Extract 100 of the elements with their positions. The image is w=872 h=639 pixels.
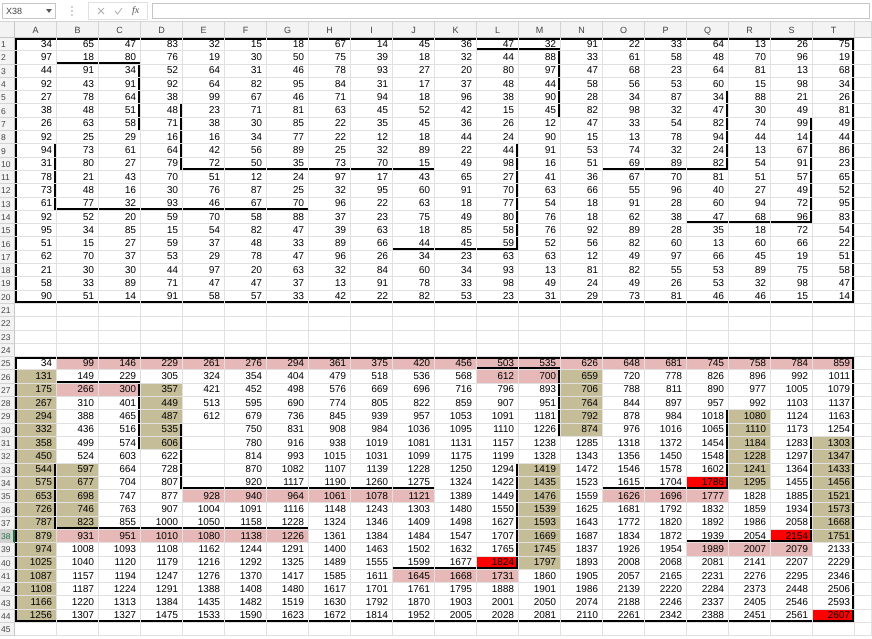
table-cell: 32 bbox=[183, 38, 225, 52]
row-header[interactable]: 18 bbox=[0, 264, 15, 278]
row-header[interactable]: 17 bbox=[0, 250, 15, 264]
row-header[interactable]: 24 bbox=[0, 344, 15, 358]
table-cell: 294 bbox=[267, 357, 309, 370]
column-header[interactable]: Q bbox=[687, 22, 729, 38]
table-cell: 1247 bbox=[141, 570, 183, 584]
row-header[interactable]: 31 bbox=[0, 436, 15, 450]
row-header[interactable]: 9 bbox=[0, 144, 15, 158]
row-header[interactable]: 19 bbox=[0, 277, 15, 291]
table-cell: 1409 bbox=[393, 516, 435, 530]
row-header[interactable]: 44 bbox=[0, 610, 15, 624]
name-box[interactable]: X38 bbox=[2, 2, 56, 18]
table-cell: 60 bbox=[687, 78, 729, 92]
insert-function-button[interactable]: fx bbox=[132, 5, 140, 16]
column-header[interactable]: P bbox=[645, 22, 687, 38]
table-cell: 375 bbox=[351, 357, 393, 370]
row-header[interactable]: 36 bbox=[0, 503, 15, 517]
column-header[interactable] bbox=[855, 22, 872, 38]
column-header[interactable]: S bbox=[771, 22, 813, 38]
row-header[interactable]: 35 bbox=[0, 490, 15, 504]
row-header[interactable]: 32 bbox=[0, 450, 15, 464]
row-header[interactable]: 6 bbox=[0, 104, 15, 118]
row-header[interactable]: 21 bbox=[0, 304, 15, 318]
row-header[interactable]: 39 bbox=[0, 543, 15, 557]
row-header[interactable]: 16 bbox=[0, 237, 15, 251]
row-header[interactable]: 22 bbox=[0, 317, 15, 331]
select-all-corner[interactable] bbox=[0, 22, 15, 38]
row-header[interactable]: 30 bbox=[0, 424, 15, 437]
row-header[interactable]: 40 bbox=[0, 556, 15, 570]
row-header[interactable]: 43 bbox=[0, 596, 15, 610]
row-header[interactable]: 13 bbox=[0, 198, 15, 211]
column-header[interactable]: N bbox=[561, 22, 603, 38]
column-header[interactable]: T bbox=[813, 22, 855, 38]
row-header[interactable]: 25 bbox=[0, 357, 15, 370]
row-header[interactable]: 10 bbox=[0, 158, 15, 171]
column-header[interactable]: M bbox=[519, 22, 561, 38]
row-header[interactable]: 2 bbox=[0, 51, 15, 65]
table-cell: 16 bbox=[99, 184, 141, 198]
column-header[interactable]: O bbox=[603, 22, 645, 38]
row-header[interactable]: 11 bbox=[0, 170, 15, 184]
row-header[interactable]: 26 bbox=[0, 370, 15, 384]
table-cell: 49 bbox=[603, 250, 645, 264]
row-header[interactable]: 8 bbox=[0, 131, 15, 144]
row-header[interactable]: 28 bbox=[0, 397, 15, 410]
column-header[interactable]: L bbox=[477, 22, 519, 38]
formula-field[interactable] bbox=[152, 2, 870, 18]
table-cell: 720 bbox=[603, 370, 645, 384]
column-header[interactable]: D bbox=[141, 22, 183, 38]
column-header[interactable]: J bbox=[393, 22, 435, 38]
table-cell: 49 bbox=[771, 184, 813, 198]
row-header[interactable]: 45 bbox=[0, 623, 15, 636]
column-header[interactable]: B bbox=[57, 22, 99, 38]
column-header[interactable]: E bbox=[183, 22, 225, 38]
row-header[interactable]: 14 bbox=[0, 210, 15, 224]
table-cell: 34 bbox=[813, 78, 855, 92]
table-cell: 1313 bbox=[99, 596, 141, 610]
row-header[interactable]: 33 bbox=[0, 464, 15, 477]
empty-cell bbox=[267, 304, 309, 318]
empty-cell bbox=[855, 170, 872, 184]
row-header[interactable]: 41 bbox=[0, 570, 15, 584]
confirm-icon[interactable] bbox=[114, 6, 123, 14]
column-header[interactable]: R bbox=[729, 22, 771, 38]
column-header[interactable]: I bbox=[351, 22, 393, 38]
row-header[interactable]: 12 bbox=[0, 184, 15, 198]
row-header[interactable]: 38 bbox=[0, 530, 15, 544]
table-cell: 66 bbox=[561, 184, 603, 198]
row-header[interactable]: 15 bbox=[0, 224, 15, 238]
row-header[interactable]: 27 bbox=[0, 384, 15, 398]
column-header[interactable]: H bbox=[309, 22, 351, 38]
row-header[interactable]: 23 bbox=[0, 330, 15, 344]
table-cell: 63 bbox=[477, 250, 519, 264]
table-cell: 23 bbox=[477, 290, 519, 304]
row-header[interactable]: 3 bbox=[0, 64, 15, 78]
row-header[interactable]: 34 bbox=[0, 476, 15, 490]
table-cell: 53 bbox=[687, 264, 729, 278]
row-header[interactable]: 42 bbox=[0, 583, 15, 596]
table-cell: 17 bbox=[351, 170, 393, 184]
row-header[interactable]: 29 bbox=[0, 410, 15, 424]
row-header[interactable]: 5 bbox=[0, 91, 15, 104]
column-header[interactable]: K bbox=[435, 22, 477, 38]
column-header[interactable]: C bbox=[99, 22, 141, 38]
row-header[interactable]: 7 bbox=[0, 118, 15, 132]
row-header[interactable]: 1 bbox=[0, 38, 15, 52]
table-cell: 1926 bbox=[603, 543, 645, 557]
row-header[interactable]: 37 bbox=[0, 516, 15, 530]
row-header[interactable]: 4 bbox=[0, 78, 15, 92]
table-cell: 36 bbox=[561, 170, 603, 184]
column-header[interactable]: G bbox=[267, 22, 309, 38]
cancel-icon[interactable] bbox=[97, 6, 105, 14]
table-cell: 44 bbox=[435, 131, 477, 144]
table-cell: 728 bbox=[141, 464, 183, 477]
table-cell: 67 bbox=[603, 170, 645, 184]
table-cell: 61 bbox=[99, 144, 141, 158]
table-cell: 97 bbox=[519, 64, 561, 78]
table-cell: 76 bbox=[141, 51, 183, 65]
table-cell: 15 bbox=[477, 104, 519, 118]
column-header[interactable]: A bbox=[15, 22, 57, 38]
row-header[interactable]: 20 bbox=[0, 290, 15, 304]
column-header[interactable]: F bbox=[225, 22, 267, 38]
